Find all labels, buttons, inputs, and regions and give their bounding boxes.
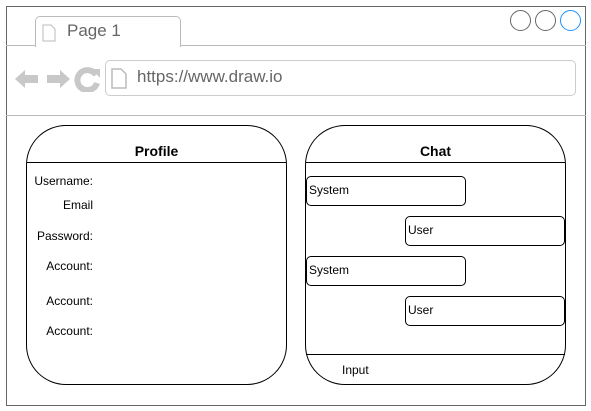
tab-label: Page 1 bbox=[67, 21, 121, 40]
system-message: System bbox=[306, 256, 466, 286]
profile-title: Profile bbox=[134, 143, 179, 159]
account-label: Account: bbox=[46, 294, 93, 308]
user-message: User bbox=[405, 216, 565, 246]
profile-header-divider bbox=[27, 162, 286, 163]
refresh-icon[interactable] bbox=[74, 67, 100, 92]
chat-title: Chat bbox=[419, 143, 452, 159]
forward-icon[interactable] bbox=[47, 70, 70, 88]
page-icon bbox=[111, 68, 127, 89]
url-text: https://www.draw.io bbox=[137, 67, 283, 86]
account-label: Account: bbox=[46, 259, 93, 273]
page-icon bbox=[42, 24, 56, 42]
user-message: User bbox=[405, 296, 565, 326]
system-message: System bbox=[306, 176, 466, 206]
back-icon[interactable] bbox=[15, 70, 38, 88]
profile-panel: Profile Username: Email Password: Accoun… bbox=[26, 125, 287, 385]
close-button[interactable] bbox=[560, 10, 581, 31]
toolbar-divider bbox=[6, 115, 586, 116]
email-label: Email bbox=[62, 198, 93, 212]
chat-header-divider bbox=[306, 162, 565, 163]
input-divider bbox=[306, 354, 565, 355]
address-bar[interactable]: https://www.draw.io bbox=[105, 60, 576, 96]
username-label: Username: bbox=[34, 174, 93, 188]
chat-input[interactable]: Input bbox=[342, 363, 369, 377]
password-label: Password: bbox=[36, 229, 93, 243]
account-label: Account: bbox=[46, 324, 93, 338]
minimize-button[interactable] bbox=[510, 10, 531, 31]
nav-buttons bbox=[15, 67, 100, 92]
chat-panel: Chat System User System User Input bbox=[305, 125, 566, 385]
tab-page-1[interactable]: Page 1 bbox=[35, 16, 181, 47]
maximize-button[interactable] bbox=[535, 10, 556, 31]
